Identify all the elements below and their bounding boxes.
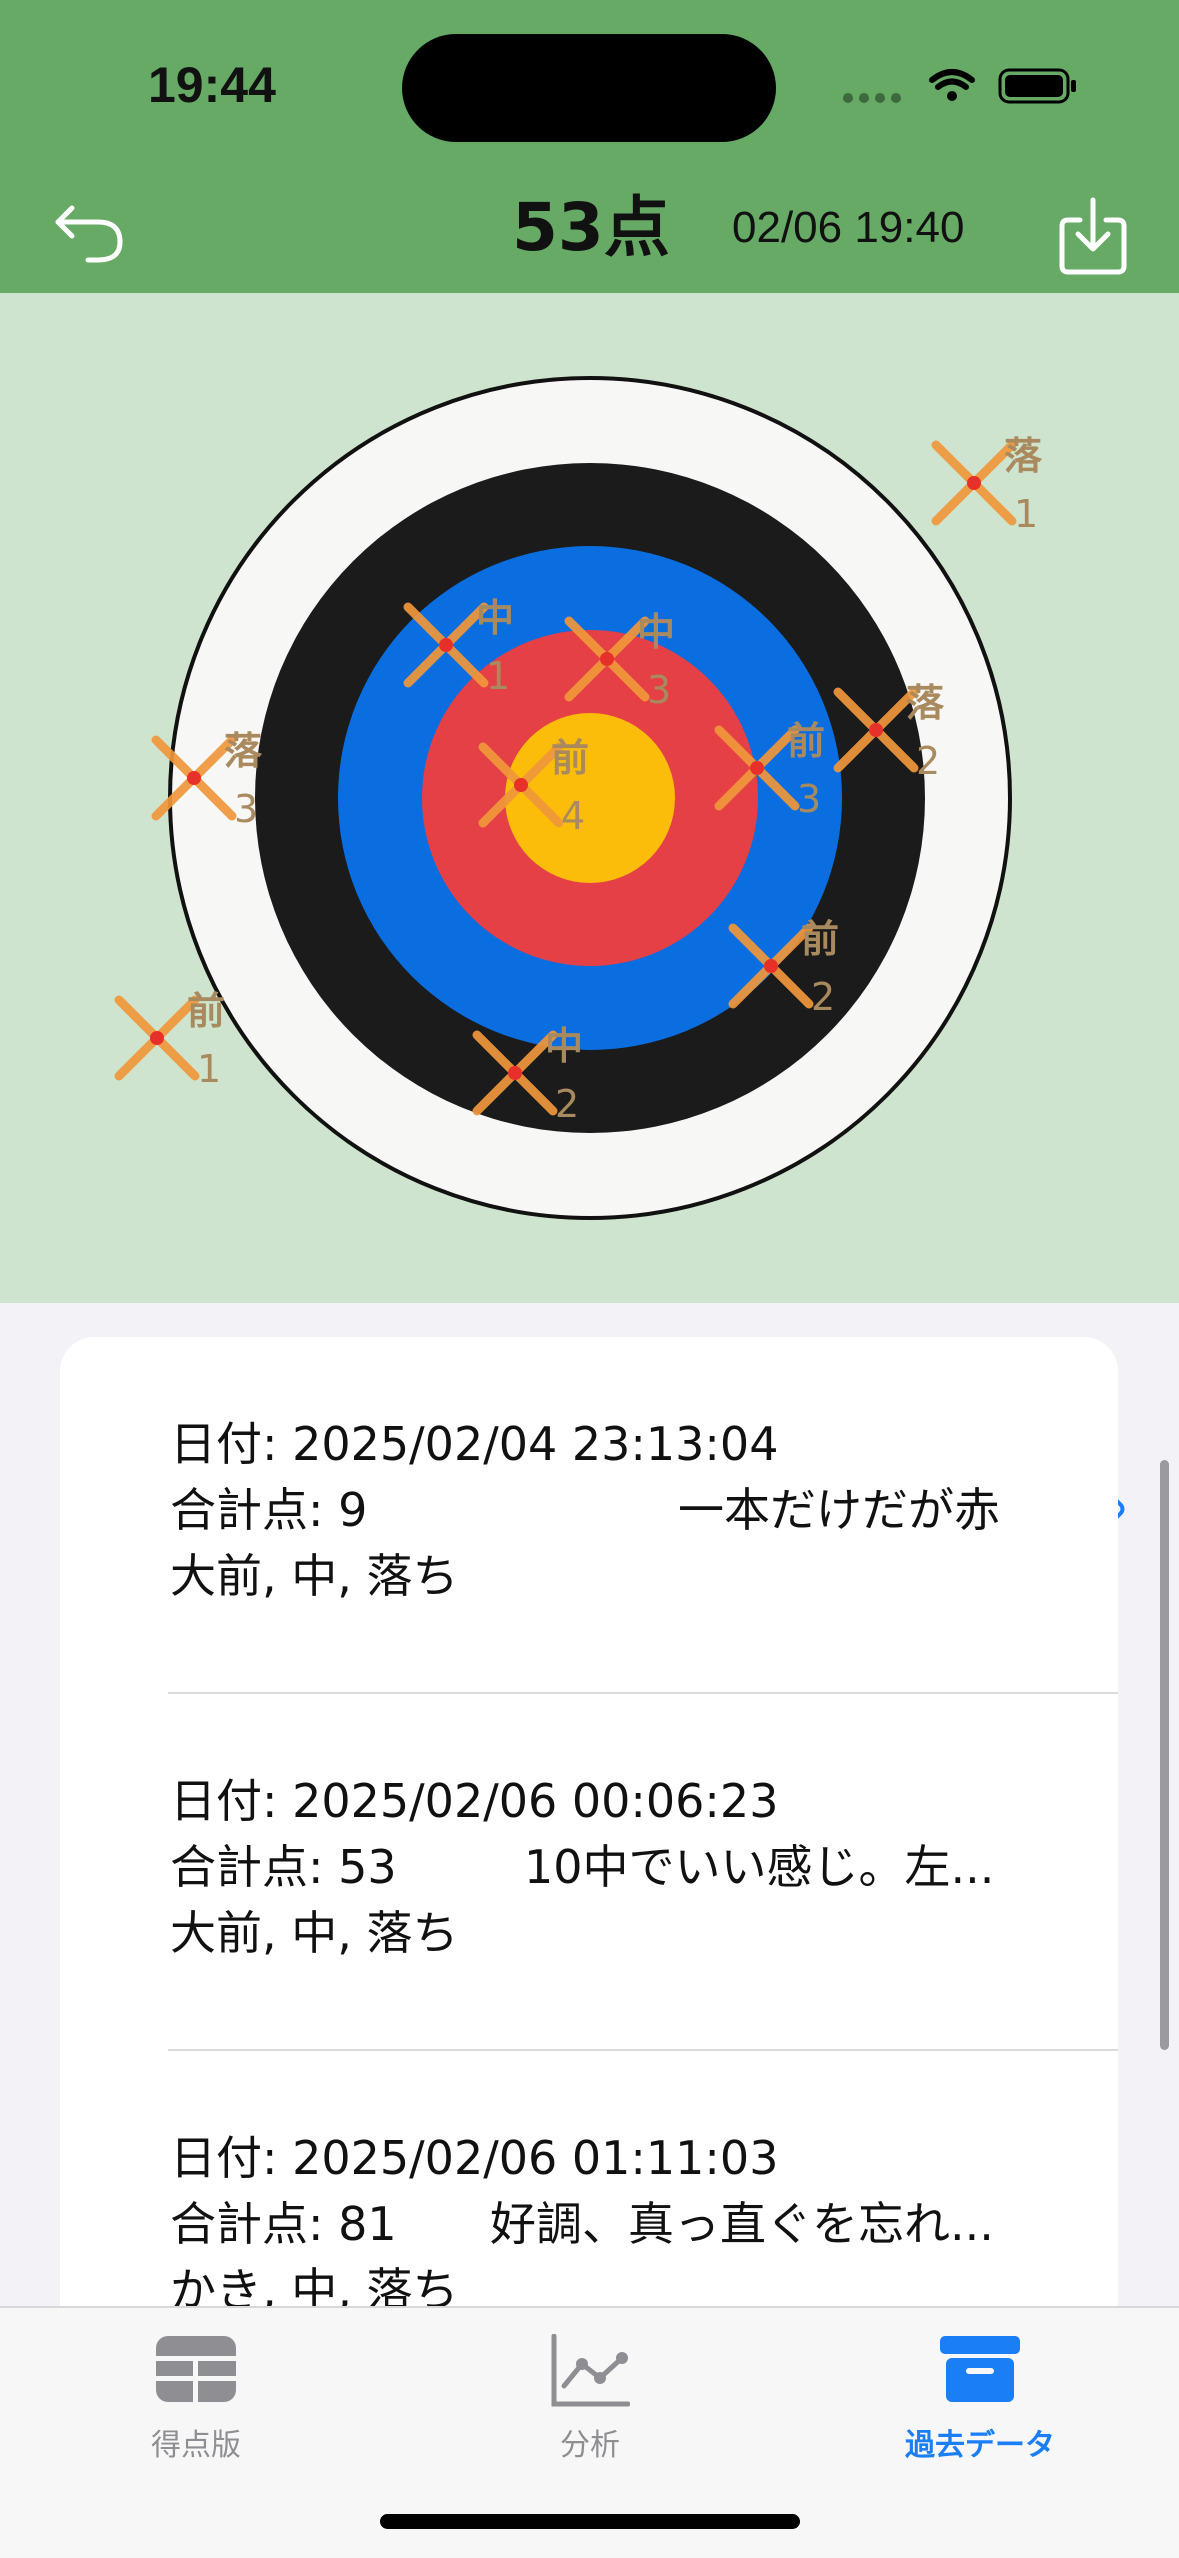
tab-score-board[interactable]: 得点版 [86, 2322, 306, 2472]
shot-label: 前 [187, 989, 225, 1033]
tab-analysis[interactable]: 分析 [480, 2322, 700, 2472]
shot-label: 落 [1004, 434, 1043, 478]
record-shots: 大前, 中, 落ち [170, 1549, 459, 1603]
session-datetime: 02/06 19:40 [732, 203, 965, 252]
shot-number: 2 [555, 1082, 579, 1126]
target-board[interactable]: 落1中1中3 落2落3前4前3前2前1中2 [0, 293, 1179, 1303]
shot-center-dot [439, 638, 453, 652]
shot-label: 落 [906, 681, 945, 725]
shot-center-dot [508, 1066, 522, 1080]
shot-number: 3 [647, 668, 671, 712]
battery-icon [998, 68, 1076, 104]
back-icon[interactable] [52, 190, 128, 266]
table-icon [156, 2336, 236, 2402]
download-icon[interactable] [1058, 196, 1128, 276]
cellular-signal-icon [843, 93, 901, 103]
records-list[interactable]: 日付: 2025/02/04 23:13:04 合計点: 9 一本だけだが赤 大… [60, 1337, 1118, 2337]
shot-label: 前 [801, 917, 839, 961]
shot-center-dot [150, 1031, 164, 1045]
record-score: 合計点: 81 [170, 2197, 397, 2251]
chart-icon [551, 2334, 630, 2407]
shot-label: 前 [787, 719, 825, 763]
tab-history[interactable]: 過去データ [870, 2322, 1090, 2472]
list-item[interactable]: 日付: 2025/02/06 00:06:23 合計点: 53 10中でいい感じ… [60, 1694, 1118, 2051]
target-rings [168, 376, 1012, 1220]
record-comment: 好調、真っ直ぐを忘れ... [490, 2197, 994, 2251]
record-comment: 一本だけだが赤 [678, 1483, 1000, 1537]
app-header: 19:44 53点 02/06 19:40 [0, 0, 1179, 293]
status-time: 19:44 [148, 57, 276, 113]
page-title: 53点 [512, 189, 670, 266]
shot-center-dot [967, 476, 981, 490]
shot-center-dot [750, 761, 764, 775]
record-score: 合計点: 53 [170, 1840, 397, 1894]
shot-number: 2 [916, 739, 940, 783]
tab-label: 過去データ [905, 2428, 1055, 2463]
shot-number: 3 [797, 777, 821, 821]
shot-marker[interactable]: 前1 [114, 989, 225, 1091]
shot-label: 中 [476, 596, 514, 640]
shot-center-dot [764, 959, 778, 973]
wifi-icon [929, 69, 975, 101]
archive-box-icon [940, 2336, 1020, 2402]
shot-number: 2 [811, 975, 835, 1019]
home-indicator [380, 2514, 800, 2529]
shot-number: 1 [486, 654, 510, 698]
status-icons [843, 68, 1076, 104]
record-date: 日付: 2025/02/06 01:11:03 [170, 2131, 779, 2185]
dynamic-island [402, 34, 776, 142]
scrollbar[interactable] [1160, 1460, 1169, 2050]
shot-center-dot [187, 771, 201, 785]
list-item[interactable]: 日付: 2025/02/06 01:11:03 合計点: 81 好調、真っ直ぐを… [60, 2051, 1118, 2337]
shot-number: 1 [1014, 492, 1038, 536]
tab-label: 分析 [560, 2428, 620, 2463]
shot-marker[interactable]: 落1 [931, 434, 1043, 536]
shot-label: 前 [551, 736, 589, 780]
record-shots: 大前, 中, 落ち [170, 1906, 459, 1960]
shot-label: 中 [545, 1024, 583, 1068]
shot-center-dot [514, 778, 528, 792]
tab-label: 得点版 [151, 2428, 241, 2463]
list-item[interactable]: 日付: 2025/02/04 23:13:04 合計点: 9 一本だけだが赤 大… [60, 1337, 1118, 1694]
shot-center-dot [600, 652, 614, 666]
record-comment: 10中でいい感じ。左... [524, 1840, 995, 1894]
shot-label: 落 [224, 729, 263, 773]
record-date: 日付: 2025/02/06 00:06:23 [170, 1774, 779, 1828]
record-date: 日付: 2025/02/04 23:13:04 [170, 1417, 779, 1471]
record-score: 合計点: 9 [170, 1483, 368, 1537]
target-area[interactable]: 落1中1中3落2落3前4前3前2前1中2 [0, 293, 1179, 1543]
shot-number: 3 [234, 787, 258, 831]
shot-number: 4 [561, 794, 585, 838]
shot-center-dot [869, 723, 883, 737]
shot-label: 中 [637, 610, 675, 654]
shot-number: 1 [197, 1047, 221, 1091]
